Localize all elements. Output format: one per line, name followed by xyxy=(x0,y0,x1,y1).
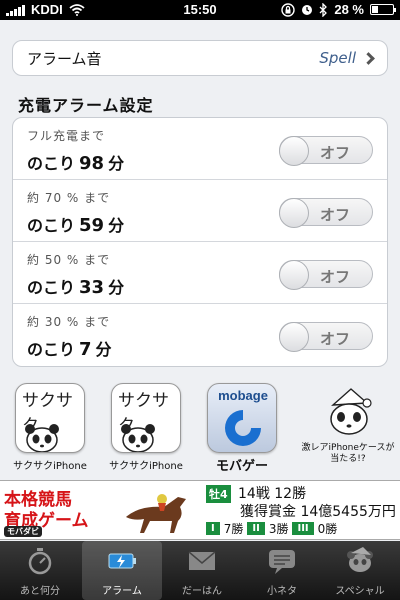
charge-row-70: 約 70 % まで のこり 59 分 オフ xyxy=(13,180,387,242)
row-remaining: のこり 33 分 xyxy=(27,277,125,298)
ad-banner[interactable]: 本格競馬 育成ゲーム モバダビ 牡4 14戦 12勝 獲得賞金 14億5455万… xyxy=(0,480,400,540)
racehorse-icon xyxy=(126,494,186,533)
sakusaku-app-icon: サクサク xyxy=(15,383,85,453)
tab-label: あと何分 xyxy=(20,586,60,597)
tab-dahan[interactable]: だーはん xyxy=(162,541,242,600)
section-title: 充電アラーム設定 xyxy=(18,96,154,115)
panda-icon xyxy=(25,424,59,452)
row-remaining: のこり 98 分 xyxy=(27,153,125,174)
chevron-right-icon xyxy=(362,51,375,65)
app-mobage[interactable]: mobage モバゲー xyxy=(200,383,284,474)
sakusaku-app-icon: サクサク xyxy=(111,383,181,453)
tab-label: だーはん xyxy=(182,586,222,597)
row-remaining: のこり 59 分 xyxy=(27,215,125,236)
battery-percent: 28 % xyxy=(334,2,364,17)
envelope-icon xyxy=(188,551,216,570)
app-sakusaku-1[interactable]: サクサク サクサクiPhone xyxy=(8,383,92,472)
tab-alarm[interactable]: アラーム xyxy=(82,541,162,600)
alarm-clock-icon xyxy=(302,4,313,15)
ad-badge: 牡4 xyxy=(206,485,231,503)
panda-icon xyxy=(121,424,155,452)
remaining-minutes: 59 xyxy=(79,215,105,236)
rotation-lock-icon xyxy=(281,2,296,17)
stopwatch-icon xyxy=(28,548,52,575)
app-iphone-case-campaign[interactable]: 激レアiPhoneケースが当たる!? xyxy=(300,383,396,465)
status-bar: KDDI 15:50 28 % xyxy=(0,0,400,20)
mobage-app-icon: mobage xyxy=(207,383,277,453)
row-sublabel: フル充電まで xyxy=(27,129,106,143)
row-sublabel: 約 50 % まで xyxy=(27,253,111,267)
remaining-minutes: 33 xyxy=(79,277,105,298)
alarm-sound-label: アラーム音 xyxy=(27,49,102,68)
charge-alarm-group: フル充電まで のこり 98 分 オフ 約 70 % まで のこり 59 分 オフ 約 5… xyxy=(12,117,388,367)
charge-row-30: 約 30 % まで のこり 7 分 オフ xyxy=(13,304,387,366)
remaining-minutes: 7 xyxy=(79,339,92,360)
app-sakusaku-2[interactable]: サクサク サクサクiPhone xyxy=(104,383,188,472)
app-name: モバゲー xyxy=(215,459,268,474)
app-promo-row: サクサク サクサクiPhone サクサク サクサクiPhone mobage xyxy=(0,383,400,478)
ad-grade-wins: I 7勝 II 3勝 III 0勝 xyxy=(206,520,337,537)
battery-charge-icon xyxy=(108,553,136,569)
charge-row-full: フル充電まで のこり 98 分 オフ xyxy=(13,118,387,180)
row-remaining: のこり 7 分 xyxy=(27,339,112,360)
bluetooth-icon xyxy=(319,2,328,17)
ad-stats-prize: 獲得賞金 14億5455万円 xyxy=(240,504,396,520)
tab-label: 小ネタ xyxy=(267,586,297,597)
tab-special[interactable]: スペシャル xyxy=(320,541,400,600)
app-name: サクサクiPhone xyxy=(109,461,183,472)
speech-bubble-icon xyxy=(269,550,295,574)
mobage-logo-icon xyxy=(225,410,261,446)
battery-icon xyxy=(370,4,396,15)
toggle-switch[interactable]: オフ xyxy=(279,260,373,290)
ad-logo: モバダビ xyxy=(4,526,42,537)
tab-label: スペシャル xyxy=(335,586,385,597)
tab-label: アラーム xyxy=(102,586,142,597)
alarm-sound-value: Spell xyxy=(319,49,356,67)
tab-bar: あと何分 アラーム だーはん 小ネタ スペシャル xyxy=(0,541,400,600)
alarm-sound-row[interactable]: アラーム音 Spell xyxy=(12,40,388,76)
tab-tips[interactable]: 小ネタ xyxy=(242,541,322,600)
toggle-switch[interactable]: オフ xyxy=(279,136,373,166)
ad-stats-races: 14戦 12勝 xyxy=(238,486,307,502)
tab-time-remaining[interactable]: あと何分 xyxy=(0,541,80,600)
charge-row-50: 約 50 % まで のこり 33 分 オフ xyxy=(13,242,387,304)
panda-santa-icon xyxy=(313,383,383,453)
toggle-switch[interactable]: オフ xyxy=(279,322,373,352)
remaining-minutes: 98 xyxy=(79,153,105,174)
app-name: サクサクiPhone xyxy=(13,461,87,472)
row-sublabel: 約 30 % まで xyxy=(27,315,111,329)
toggle-switch[interactable]: オフ xyxy=(279,198,373,228)
panda-icon xyxy=(347,547,373,572)
row-sublabel: 約 70 % まで xyxy=(27,191,111,205)
